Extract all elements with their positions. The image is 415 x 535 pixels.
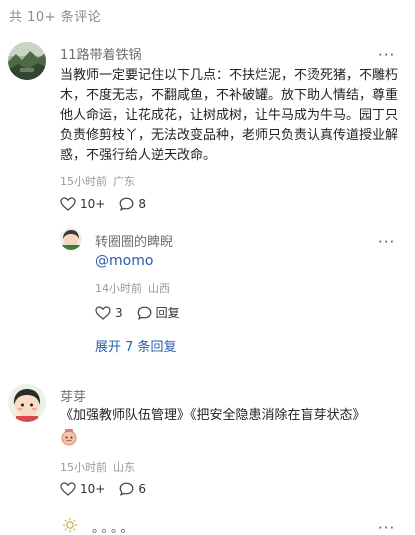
comment-text: 《加强教师队伍管理》《把安全隐患消除在盲芽状态》 [60,408,366,423]
sub-reply-like-count: 3 [115,305,123,320]
comment-meta: 15小时前 山东 [60,459,141,475]
comment-actions: 10+ 6 [60,482,160,496]
comment-username[interactable]: 芽芽 [60,386,86,405]
like-count: 10+ [80,482,106,496]
comment-username[interactable]: 11路带着铁锅 [60,44,142,63]
heart-icon [95,305,111,320]
avatar[interactable] [8,384,46,422]
expand-replies-link[interactable]: 展开 7 条回复 [95,336,177,355]
sub-reply-username[interactable]: 转圈圈的睥睨 [95,231,173,250]
partial-comment-text: 。。。。 [92,521,137,535]
comment-text: 当教师一定要记住以下几点：不扶烂泥，不烫死猪，不雕朽木，不度无志，不翻咸鱼，不补… [60,68,399,163]
avatar-cartoon-image [60,228,82,250]
sub-reply-actions: 3 回复 [95,304,194,321]
comment-time: 15小时前 [60,175,107,188]
like-count: 10+ [80,197,106,211]
reply-count-button[interactable]: 6 [119,482,146,496]
comment-location: 广东 [113,175,135,188]
sub-reply-time: 14小时前 [95,282,142,295]
comment-meta: 15小时前 广东 [60,173,141,189]
sub-reply-location: 山西 [148,282,170,295]
reply-count: 8 [138,197,146,211]
more-options-button[interactable]: ··· [378,521,395,535]
comment-location: 山东 [113,461,135,474]
reply-count: 6 [138,482,146,496]
comment-bubble-icon [119,197,134,211]
sub-reply-like-button[interactable]: 3 [95,306,123,320]
comment-actions: 10+ 8 [60,197,160,211]
comment-bubble-icon [137,306,152,320]
avatar-cartoon-girl-image [8,384,46,422]
like-button[interactable]: 10+ [60,197,105,211]
sub-reply-more-options-button[interactable]: ··· [378,235,395,250]
sub-reply-avatar[interactable] [60,228,82,250]
comment-count-header: 共 10+ 条评论 [9,10,102,25]
avatar-landscape-image [8,42,46,80]
comment-bubble-icon [119,482,134,496]
heart-icon [60,197,76,211]
more-options-button[interactable]: ··· [378,48,395,63]
emoji-sticker-icon [60,428,78,446]
sun-avatar-icon[interactable] [62,517,78,533]
avatar[interactable] [8,42,46,80]
like-button[interactable]: 10+ [60,482,105,496]
reply-count-button[interactable]: 8 [119,197,146,211]
sub-reply-text[interactable]: @momo [95,253,153,269]
sub-reply-reply-label: 回复 [155,306,180,320]
sub-reply-meta: 14小时前 山西 [95,280,176,296]
comment-time: 15小时前 [60,461,107,474]
heart-icon [60,482,76,496]
sub-reply-reply-button[interactable]: 回复 [137,304,180,321]
